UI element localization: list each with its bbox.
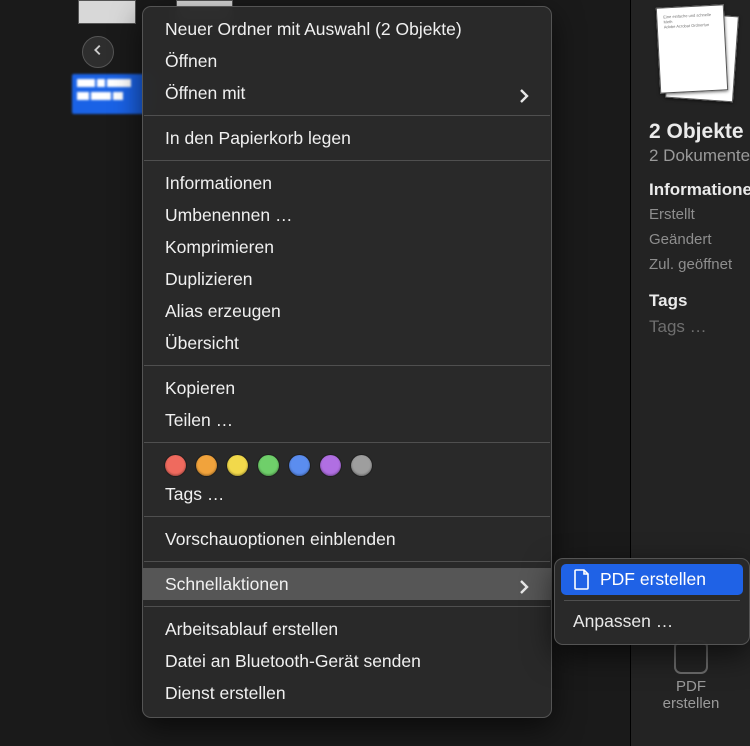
menu-send-bluetooth[interactable]: Datei an Bluetooth-Gerät senden	[143, 645, 551, 677]
menu-make-alias[interactable]: Alias erzeugen	[143, 295, 551, 327]
selected-file-label[interactable]	[72, 74, 152, 114]
tag-color-green[interactable]	[258, 455, 279, 476]
document-outline-icon	[674, 640, 708, 674]
menu-separator	[144, 606, 550, 607]
menu-open-with[interactable]: Öffnen mit	[143, 77, 551, 109]
tag-color-orange[interactable]	[196, 455, 217, 476]
menu-separator	[144, 115, 550, 116]
document-icon	[573, 569, 590, 590]
menu-create-workflow[interactable]: Arbeitsablauf erstellen	[143, 613, 551, 645]
info-subtitle: 2 Dokumente –	[649, 146, 750, 166]
quick-action-pdf[interactable]: PDF erstellen	[643, 640, 739, 712]
tag-color-yellow[interactable]	[227, 455, 248, 476]
submenu-customize-label: Anpassen …	[573, 611, 673, 632]
nav-back-button[interactable]	[82, 36, 114, 68]
menu-rename[interactable]: Umbenennen …	[143, 199, 551, 231]
menu-separator	[144, 442, 550, 443]
menu-new-folder-with-selection[interactable]: Neuer Ordner mit Auswahl (2 Objekte)	[143, 13, 551, 45]
menu-tag-colors	[143, 449, 551, 478]
menu-get-info[interactable]: Informationen	[143, 167, 551, 199]
tags-input-placeholder[interactable]: Tags …	[649, 317, 750, 337]
menu-separator	[144, 561, 550, 562]
info-created-label: Erstellt	[649, 206, 750, 223]
quick-actions-submenu: PDF erstellen Anpassen …	[554, 558, 750, 645]
menu-share[interactable]: Teilen …	[143, 404, 551, 436]
info-section-heading: Informationen	[649, 180, 750, 200]
context-menu: Neuer Ordner mit Auswahl (2 Objekte) Öff…	[142, 6, 552, 718]
chevron-right-icon	[519, 577, 529, 591]
preview-sheet: Eine einfache und schnelle MethAdobe Acr…	[656, 4, 728, 93]
tag-color-blue[interactable]	[289, 455, 310, 476]
menu-quick-look[interactable]: Übersicht	[143, 327, 551, 359]
tag-color-purple[interactable]	[320, 455, 341, 476]
quick-action-pdf-label-2: erstellen	[643, 695, 739, 712]
submenu-create-pdf-label: PDF erstellen	[600, 569, 706, 590]
info-tags-heading: Tags	[649, 291, 750, 311]
menu-separator	[564, 600, 740, 601]
menu-show-preview-options[interactable]: Vorschauoptionen einblenden	[143, 523, 551, 555]
submenu-customize[interactable]: Anpassen …	[561, 606, 743, 637]
menu-move-to-trash[interactable]: In den Papierkorb legen	[143, 122, 551, 154]
chevron-right-icon	[519, 86, 529, 100]
submenu-create-pdf[interactable]: PDF erstellen	[561, 564, 743, 595]
menu-create-service[interactable]: Dienst erstellen	[143, 677, 551, 709]
info-title: 2 Objekte	[649, 120, 750, 144]
menu-copy[interactable]: Kopieren	[143, 372, 551, 404]
finder-background	[0, 0, 160, 130]
file-thumbnail[interactable]	[78, 0, 136, 24]
menu-separator	[144, 160, 550, 161]
chevron-left-icon	[91, 42, 105, 62]
menu-compress[interactable]: Komprimieren	[143, 231, 551, 263]
tag-color-red[interactable]	[165, 455, 186, 476]
preview-thumbnail-stack: Eine einfache und schnelle MethAdobe Acr…	[655, 0, 740, 108]
menu-open[interactable]: Öffnen	[143, 45, 551, 77]
menu-tags[interactable]: Tags …	[143, 478, 551, 510]
quick-action-pdf-label-1: PDF	[643, 678, 739, 695]
menu-quick-actions[interactable]: Schnellaktionen	[143, 568, 551, 600]
tag-color-gray[interactable]	[351, 455, 372, 476]
menu-separator	[144, 516, 550, 517]
menu-duplicate[interactable]: Duplizieren	[143, 263, 551, 295]
menu-separator	[144, 365, 550, 366]
info-modified-label: Geändert	[649, 231, 750, 248]
info-last-opened-label: Zul. geöffnet	[649, 256, 750, 273]
